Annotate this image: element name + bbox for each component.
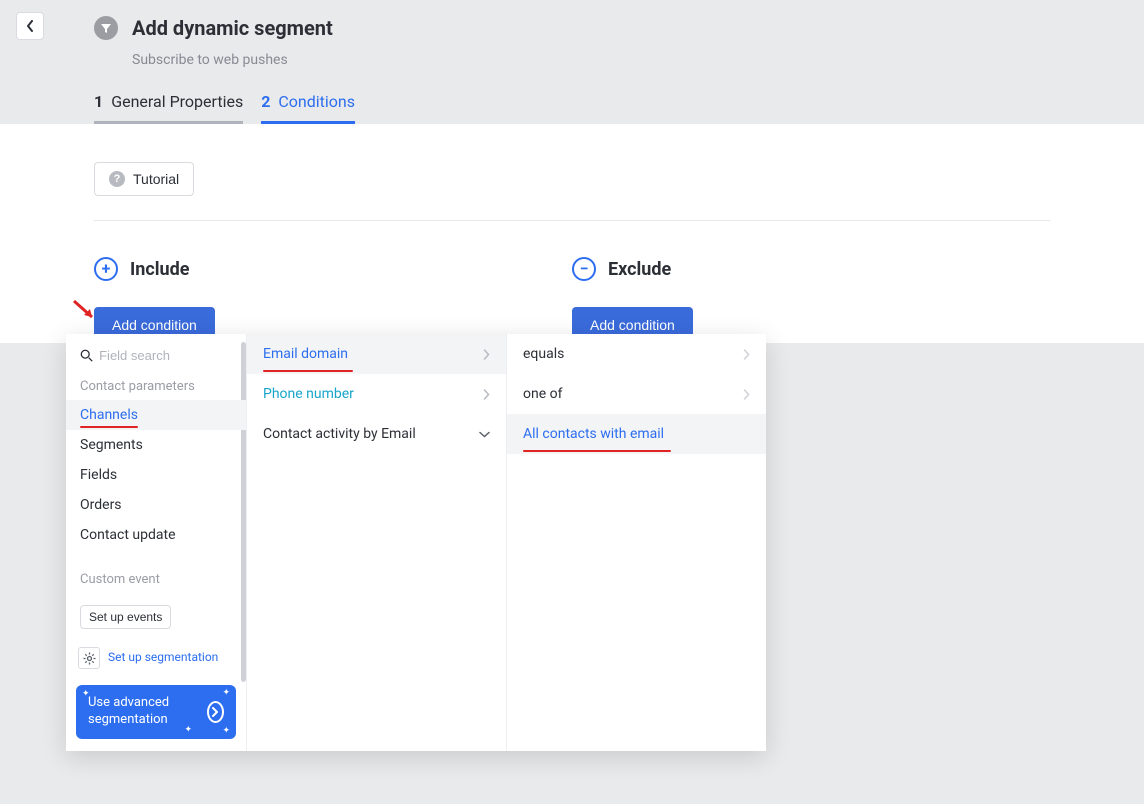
annotation-underline: [80, 426, 138, 428]
operator-one-of[interactable]: one of: [507, 374, 766, 414]
gear-icon[interactable]: [78, 647, 100, 669]
tutorial-label: Tutorial: [133, 171, 179, 187]
minus-icon: −: [572, 257, 596, 281]
option-label: Contact activity by Email: [263, 426, 416, 442]
sparkle-icon: ✦: [222, 688, 230, 698]
operator-label: All contacts with email: [523, 426, 664, 442]
tab-number: 1: [94, 92, 103, 111]
chevron-right-icon: [483, 349, 490, 360]
tab-label: Conditions: [278, 92, 355, 111]
chevron-down-icon: [479, 431, 490, 438]
help-icon: ?: [109, 171, 125, 187]
tutorial-button[interactable]: ? Tutorial: [94, 162, 194, 196]
category-contact-update[interactable]: Contact update: [66, 520, 246, 550]
tab-number: 2: [261, 92, 270, 111]
category-fields[interactable]: Fields: [66, 460, 246, 490]
option-label: Email domain: [263, 346, 348, 362]
chevron-left-icon: [26, 20, 34, 32]
operators-column: equals one of All contacts with email: [506, 334, 766, 751]
sparkle-icon: ✦: [82, 689, 90, 699]
field-search-input[interactable]: [99, 348, 232, 363]
back-button[interactable]: [16, 12, 44, 40]
include-title: Include: [130, 259, 189, 280]
operator-equals[interactable]: equals: [507, 334, 766, 374]
category-orders[interactable]: Orders: [66, 490, 246, 520]
chevron-right-icon: [743, 349, 750, 360]
category-segments[interactable]: Segments: [66, 430, 246, 460]
option-email-domain[interactable]: Email domain: [247, 334, 506, 374]
setup-events-button[interactable]: Set up events: [80, 605, 171, 629]
include-column: + Include Add condition: [94, 257, 572, 343]
condition-categories-column: Contact parameters Channels Segments Fie…: [66, 334, 246, 751]
chevron-right-icon: [483, 389, 490, 400]
tab-conditions[interactable]: 2 Conditions: [261, 92, 355, 124]
advanced-segmentation-button[interactable]: ✦ ✦ ✦ ✦ Use advanced segmentation: [76, 685, 236, 739]
option-contact-activity-email[interactable]: Contact activity by Email: [247, 414, 506, 454]
condition-dropdown-panel: Contact parameters Channels Segments Fie…: [66, 334, 766, 751]
tab-general-properties[interactable]: 1 General Properties: [94, 92, 243, 124]
tabs: 1 General Properties 2 Conditions: [94, 92, 1144, 124]
operator-label: one of: [523, 386, 562, 402]
exclude-title: Exclude: [608, 259, 671, 280]
tab-label: General Properties: [111, 92, 243, 111]
advanced-segmentation-label: Use advanced segmentation: [88, 695, 207, 729]
operator-all-contacts-with-email[interactable]: All contacts with email: [507, 414, 766, 454]
chevron-right-circle-icon: [207, 701, 224, 723]
contact-parameters-label: Contact parameters: [66, 373, 246, 400]
option-phone-number[interactable]: Phone number: [247, 374, 506, 414]
annotation-underline: [523, 450, 671, 452]
category-label: Channels: [80, 407, 138, 423]
search-icon: [80, 348, 93, 363]
option-label: Phone number: [263, 386, 354, 402]
sparkle-icon: ✦: [222, 726, 230, 736]
category-channels[interactable]: Channels: [66, 400, 246, 430]
chevron-right-icon: [743, 389, 750, 400]
exclude-column: − Exclude Add condition: [572, 257, 1050, 343]
operator-label: equals: [523, 346, 564, 362]
channel-options-column: Email domain Phone number Contact activi…: [246, 334, 506, 751]
divider: [94, 220, 1050, 221]
page-subtitle: Subscribe to web pushes: [132, 52, 1144, 68]
custom-event-label: Custom event: [66, 566, 246, 593]
page-title: Add dynamic segment: [132, 16, 333, 40]
setup-segmentation-link[interactable]: Set up segmentation: [108, 650, 218, 666]
filter-icon: [94, 16, 118, 40]
plus-icon: +: [94, 257, 118, 281]
sparkle-icon: ✦: [184, 725, 192, 735]
annotation-underline: [263, 370, 353, 372]
